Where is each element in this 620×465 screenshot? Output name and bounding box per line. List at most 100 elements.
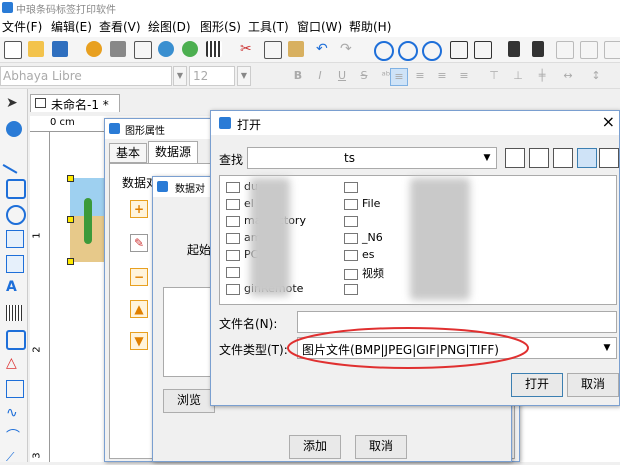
selection-handle[interactable] (67, 258, 74, 265)
data-source-icon[interactable] (182, 41, 198, 57)
selection-handle[interactable] (67, 216, 74, 223)
copy-icon[interactable] (264, 41, 282, 59)
file-list-item[interactable] (226, 265, 244, 281)
rectangle-tool-icon[interactable] (6, 179, 26, 199)
open-dialog-cancel-button[interactable]: 取消 (567, 373, 619, 397)
home-icon[interactable] (529, 148, 549, 168)
placed-image[interactable] (70, 178, 108, 262)
font-size-select[interactable]: 12 (189, 66, 235, 86)
menu-edit[interactable]: 编辑(E) (51, 18, 92, 35)
table-tool-icon[interactable] (6, 380, 24, 398)
details-view-icon[interactable] (599, 148, 619, 168)
file-list-item[interactable] (344, 282, 362, 298)
menu-tools[interactable]: 工具(T) (248, 18, 289, 35)
paste-icon[interactable] (288, 41, 304, 57)
remove-data-icon[interactable]: − (130, 268, 148, 286)
list-view-icon[interactable] (577, 148, 597, 168)
menu-file[interactable]: 文件(F) (2, 18, 42, 35)
distribute-icon[interactable] (604, 41, 620, 59)
actual-size-icon[interactable] (474, 41, 492, 59)
redo-icon[interactable]: ↷ (340, 41, 356, 57)
underline-button[interactable]: U (334, 68, 350, 84)
tab-basic[interactable]: 基本 (109, 143, 147, 163)
zoom-out-icon[interactable] (398, 41, 418, 61)
browse-button[interactable]: 浏览 (163, 389, 215, 413)
valign-middle-icon[interactable]: ⊥ (510, 68, 526, 84)
move-down-icon[interactable]: ▼ (130, 332, 148, 350)
align-right-icon[interactable] (532, 41, 544, 57)
print-preview-icon[interactable] (134, 41, 152, 59)
file-list[interactable]: 视频es_N6FileginRemotePCMgrammatFactoryeld… (219, 175, 617, 305)
filetype-dropdown-icon[interactable]: ▼ (600, 340, 614, 356)
file-list-item[interactable]: 视频 (344, 265, 384, 281)
font-size-dropdown-icon[interactable]: ▼ (237, 66, 251, 86)
file-list-item[interactable] (344, 180, 362, 196)
up-folder-icon[interactable] (505, 148, 525, 168)
save-icon[interactable] (52, 41, 68, 57)
valign-bottom-icon[interactable]: ╪ (534, 68, 550, 84)
strikethrough-button[interactable]: S (356, 68, 372, 84)
align-left-icon[interactable] (508, 41, 520, 57)
add-button[interactable]: 添加 (289, 435, 341, 459)
select-arrow-icon[interactable]: ➤ (6, 95, 22, 111)
line-spacing-icon[interactable]: ↕ (588, 68, 604, 84)
file-list-item[interactable]: File (344, 197, 380, 213)
open-button[interactable]: 打开 (511, 373, 563, 397)
file-list-item[interactable]: es (344, 248, 375, 264)
undo-icon[interactable]: ↶ (316, 41, 332, 57)
text-align-left-icon[interactable]: ≡ (390, 68, 408, 86)
menu-help[interactable]: 帮助(H) (349, 18, 391, 35)
zoom-in-icon[interactable] (374, 41, 394, 61)
polyline-tool-icon[interactable]: ⟋ (6, 449, 22, 465)
ellipse-tool-icon[interactable] (6, 205, 26, 225)
edit-data-icon[interactable]: ✎ (130, 234, 148, 252)
new-folder-icon[interactable] (553, 148, 573, 168)
text-align-center-icon[interactable]: ≡ (412, 68, 428, 84)
image-tool-icon[interactable] (6, 230, 24, 248)
move-up-icon[interactable]: ▲ (130, 300, 148, 318)
look-in-dropdown-icon[interactable]: ▼ (480, 150, 494, 166)
letter-spacing-icon[interactable]: ↔ (560, 68, 576, 84)
database-icon[interactable] (158, 41, 174, 57)
valign-top-icon[interactable]: ⊤ (486, 68, 502, 84)
close-icon[interactable]: × (602, 112, 615, 131)
new-file-icon[interactable] (4, 41, 22, 59)
cut-icon[interactable]: ✂ (240, 41, 256, 57)
selection-handle[interactable] (67, 175, 74, 182)
text-tool-icon[interactable]: A (6, 279, 22, 295)
barcode-tool-icon[interactable] (6, 305, 22, 321)
zoom-fit-icon[interactable] (422, 41, 442, 61)
arc-tool-icon[interactable]: ⌒ (6, 429, 22, 445)
app-logo-icon (2, 2, 13, 13)
fit-page-icon[interactable] (450, 41, 468, 59)
menu-shape[interactable]: 图形(S) (200, 18, 241, 35)
menu-window[interactable]: 窗口(W) (297, 18, 342, 35)
tab-data-source[interactable]: 数据源 (148, 141, 198, 163)
font-family-dropdown-icon[interactable]: ▼ (173, 66, 187, 86)
font-family-select[interactable]: Abhaya Libre (0, 66, 172, 86)
print-icon[interactable] (110, 41, 126, 57)
align-bottom-icon[interactable] (580, 41, 598, 59)
text-justify-icon[interactable]: ≡ (456, 68, 472, 84)
picture-tool-icon[interactable] (6, 255, 24, 273)
align-top-icon[interactable] (556, 41, 574, 59)
file-list-item[interactable]: _N6 (344, 231, 383, 247)
triangle-tool-icon[interactable]: △ (6, 355, 22, 371)
rounded-rect-tool-icon[interactable] (6, 330, 26, 350)
file-list-item[interactable] (344, 214, 362, 230)
pan-icon[interactable] (6, 121, 22, 137)
data-object-cancel-button[interactable]: 取消 (355, 435, 407, 459)
menu-draw[interactable]: 绘图(D) (148, 18, 191, 35)
italic-button[interactable]: I (312, 68, 328, 84)
text-align-right-icon[interactable]: ≡ (434, 68, 450, 84)
look-in-select[interactable]: ts ▼ (247, 147, 497, 169)
menu-view[interactable]: 查看(V) (99, 18, 141, 35)
curve-tool-icon[interactable]: ∿ (6, 405, 22, 421)
bold-button[interactable]: B (290, 68, 306, 84)
add-data-icon[interactable]: + (130, 200, 148, 218)
open-folder-icon[interactable] (28, 41, 44, 57)
tab-document[interactable]: 未命名-1 * (30, 94, 120, 112)
grid-icon[interactable] (206, 41, 222, 57)
line-tool-icon[interactable] (2, 150, 26, 174)
settings-gear-icon[interactable] (86, 41, 102, 57)
